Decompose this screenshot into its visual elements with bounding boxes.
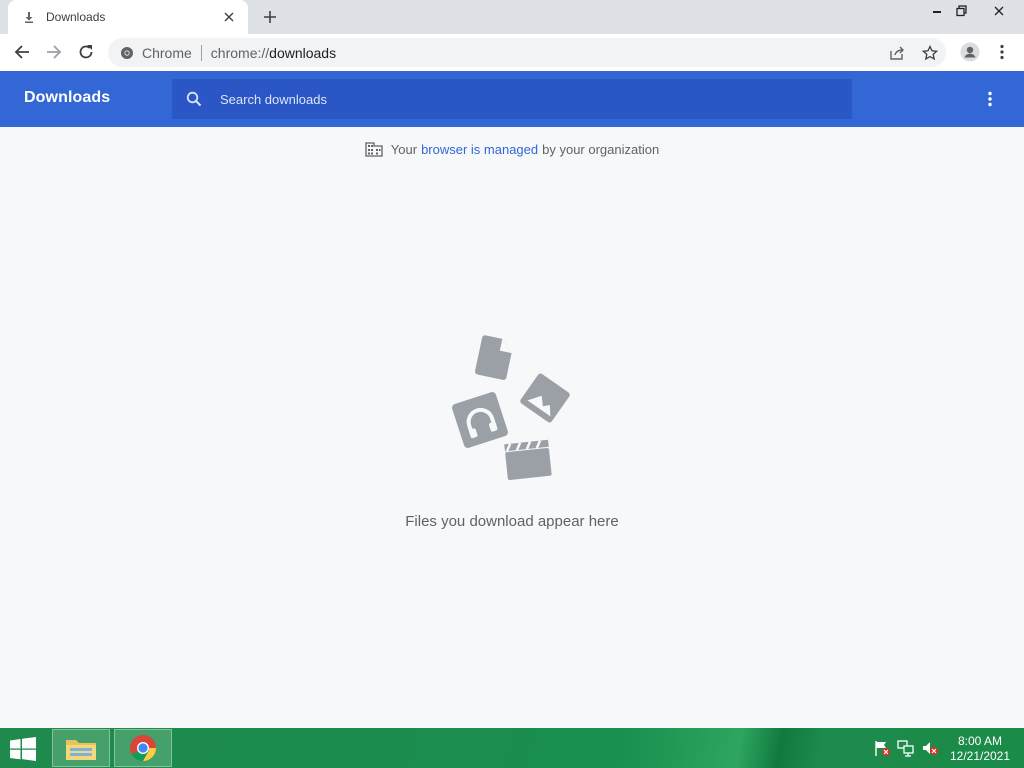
minimize-icon (933, 11, 941, 13)
share-icon (890, 46, 904, 60)
chrome-logo-icon (121, 46, 133, 59)
building-icon (365, 142, 383, 157)
downloads-header: Downloads (0, 71, 1024, 127)
speaker-muted-icon[interactable] (921, 739, 939, 757)
taskbar-clock[interactable]: 8:00 AM 12/21/2021 (940, 734, 1020, 764)
url-text: chrome://downloads (211, 45, 336, 61)
reload-button[interactable] (72, 38, 100, 66)
browser-toolbar: Chrome chrome://downloads (0, 34, 1024, 71)
address-bar[interactable]: Chrome chrome://downloads (108, 38, 946, 67)
plus-icon (264, 11, 276, 23)
taskbar-file-explorer[interactable] (52, 729, 110, 767)
restore-button[interactable] (947, 0, 977, 22)
share-button[interactable] (888, 44, 906, 62)
image-icon (520, 373, 570, 423)
window-close-button[interactable] (982, 0, 1016, 22)
download-icon (25, 12, 33, 23)
tab-close-icon[interactable] (220, 8, 238, 26)
chrome-logo-icon (130, 735, 157, 762)
downloads-menu-button[interactable] (978, 87, 1002, 111)
document-icon (475, 335, 512, 380)
search-icon (186, 91, 202, 107)
back-button[interactable] (8, 38, 36, 66)
profile-button[interactable] (956, 38, 984, 66)
search-input[interactable] (218, 90, 818, 108)
empty-state-message: Files you download appear here (405, 513, 619, 530)
windows-logo-icon (10, 737, 36, 761)
no-downloads-illustration (452, 335, 570, 481)
forward-button[interactable] (40, 38, 68, 66)
tab-strip: Downloads (0, 0, 1024, 34)
page-title: Downloads (24, 89, 111, 106)
account-icon (960, 42, 980, 62)
new-tab-button[interactable] (258, 6, 282, 28)
managed-prefix: Your (390, 141, 418, 157)
reload-icon (79, 45, 93, 59)
managed-suffix: by your organization (542, 141, 660, 157)
restore-icon (956, 5, 967, 17)
folder-icon (66, 740, 96, 760)
clock-time: 8:00 AM (957, 734, 1003, 748)
network-icon[interactable] (897, 739, 915, 757)
tab-downloads[interactable]: Downloads (8, 0, 248, 34)
arrow-right-icon (47, 45, 62, 59)
close-icon (994, 6, 1004, 16)
omnibox-divider (200, 44, 202, 61)
url-host: downloads (269, 44, 337, 61)
action-center-flag-icon[interactable] (873, 739, 891, 757)
managed-notice: Your browser is managed by your organiza… (0, 139, 1024, 159)
movie-icon (504, 439, 552, 481)
tab-title: Downloads (46, 10, 106, 24)
more-vert-icon (988, 91, 992, 107)
search-box[interactable] (172, 79, 852, 119)
browser-menu-button[interactable] (988, 38, 1016, 66)
audio-icon (452, 392, 508, 448)
taskbar-chrome[interactable] (114, 729, 172, 767)
site-chip: Chrome (142, 44, 192, 61)
taskbar (0, 728, 1024, 768)
managed-link[interactable]: browser is managed (421, 142, 538, 157)
bookmark-star-button[interactable] (921, 44, 939, 62)
arrow-left-icon (14, 45, 29, 59)
start-button[interactable] (6, 734, 40, 764)
more-vert-icon (1000, 44, 1004, 60)
url-prefix: chrome:// (210, 44, 270, 61)
star-icon (922, 45, 938, 61)
clock-date: 12/21/2021 (949, 749, 1011, 763)
